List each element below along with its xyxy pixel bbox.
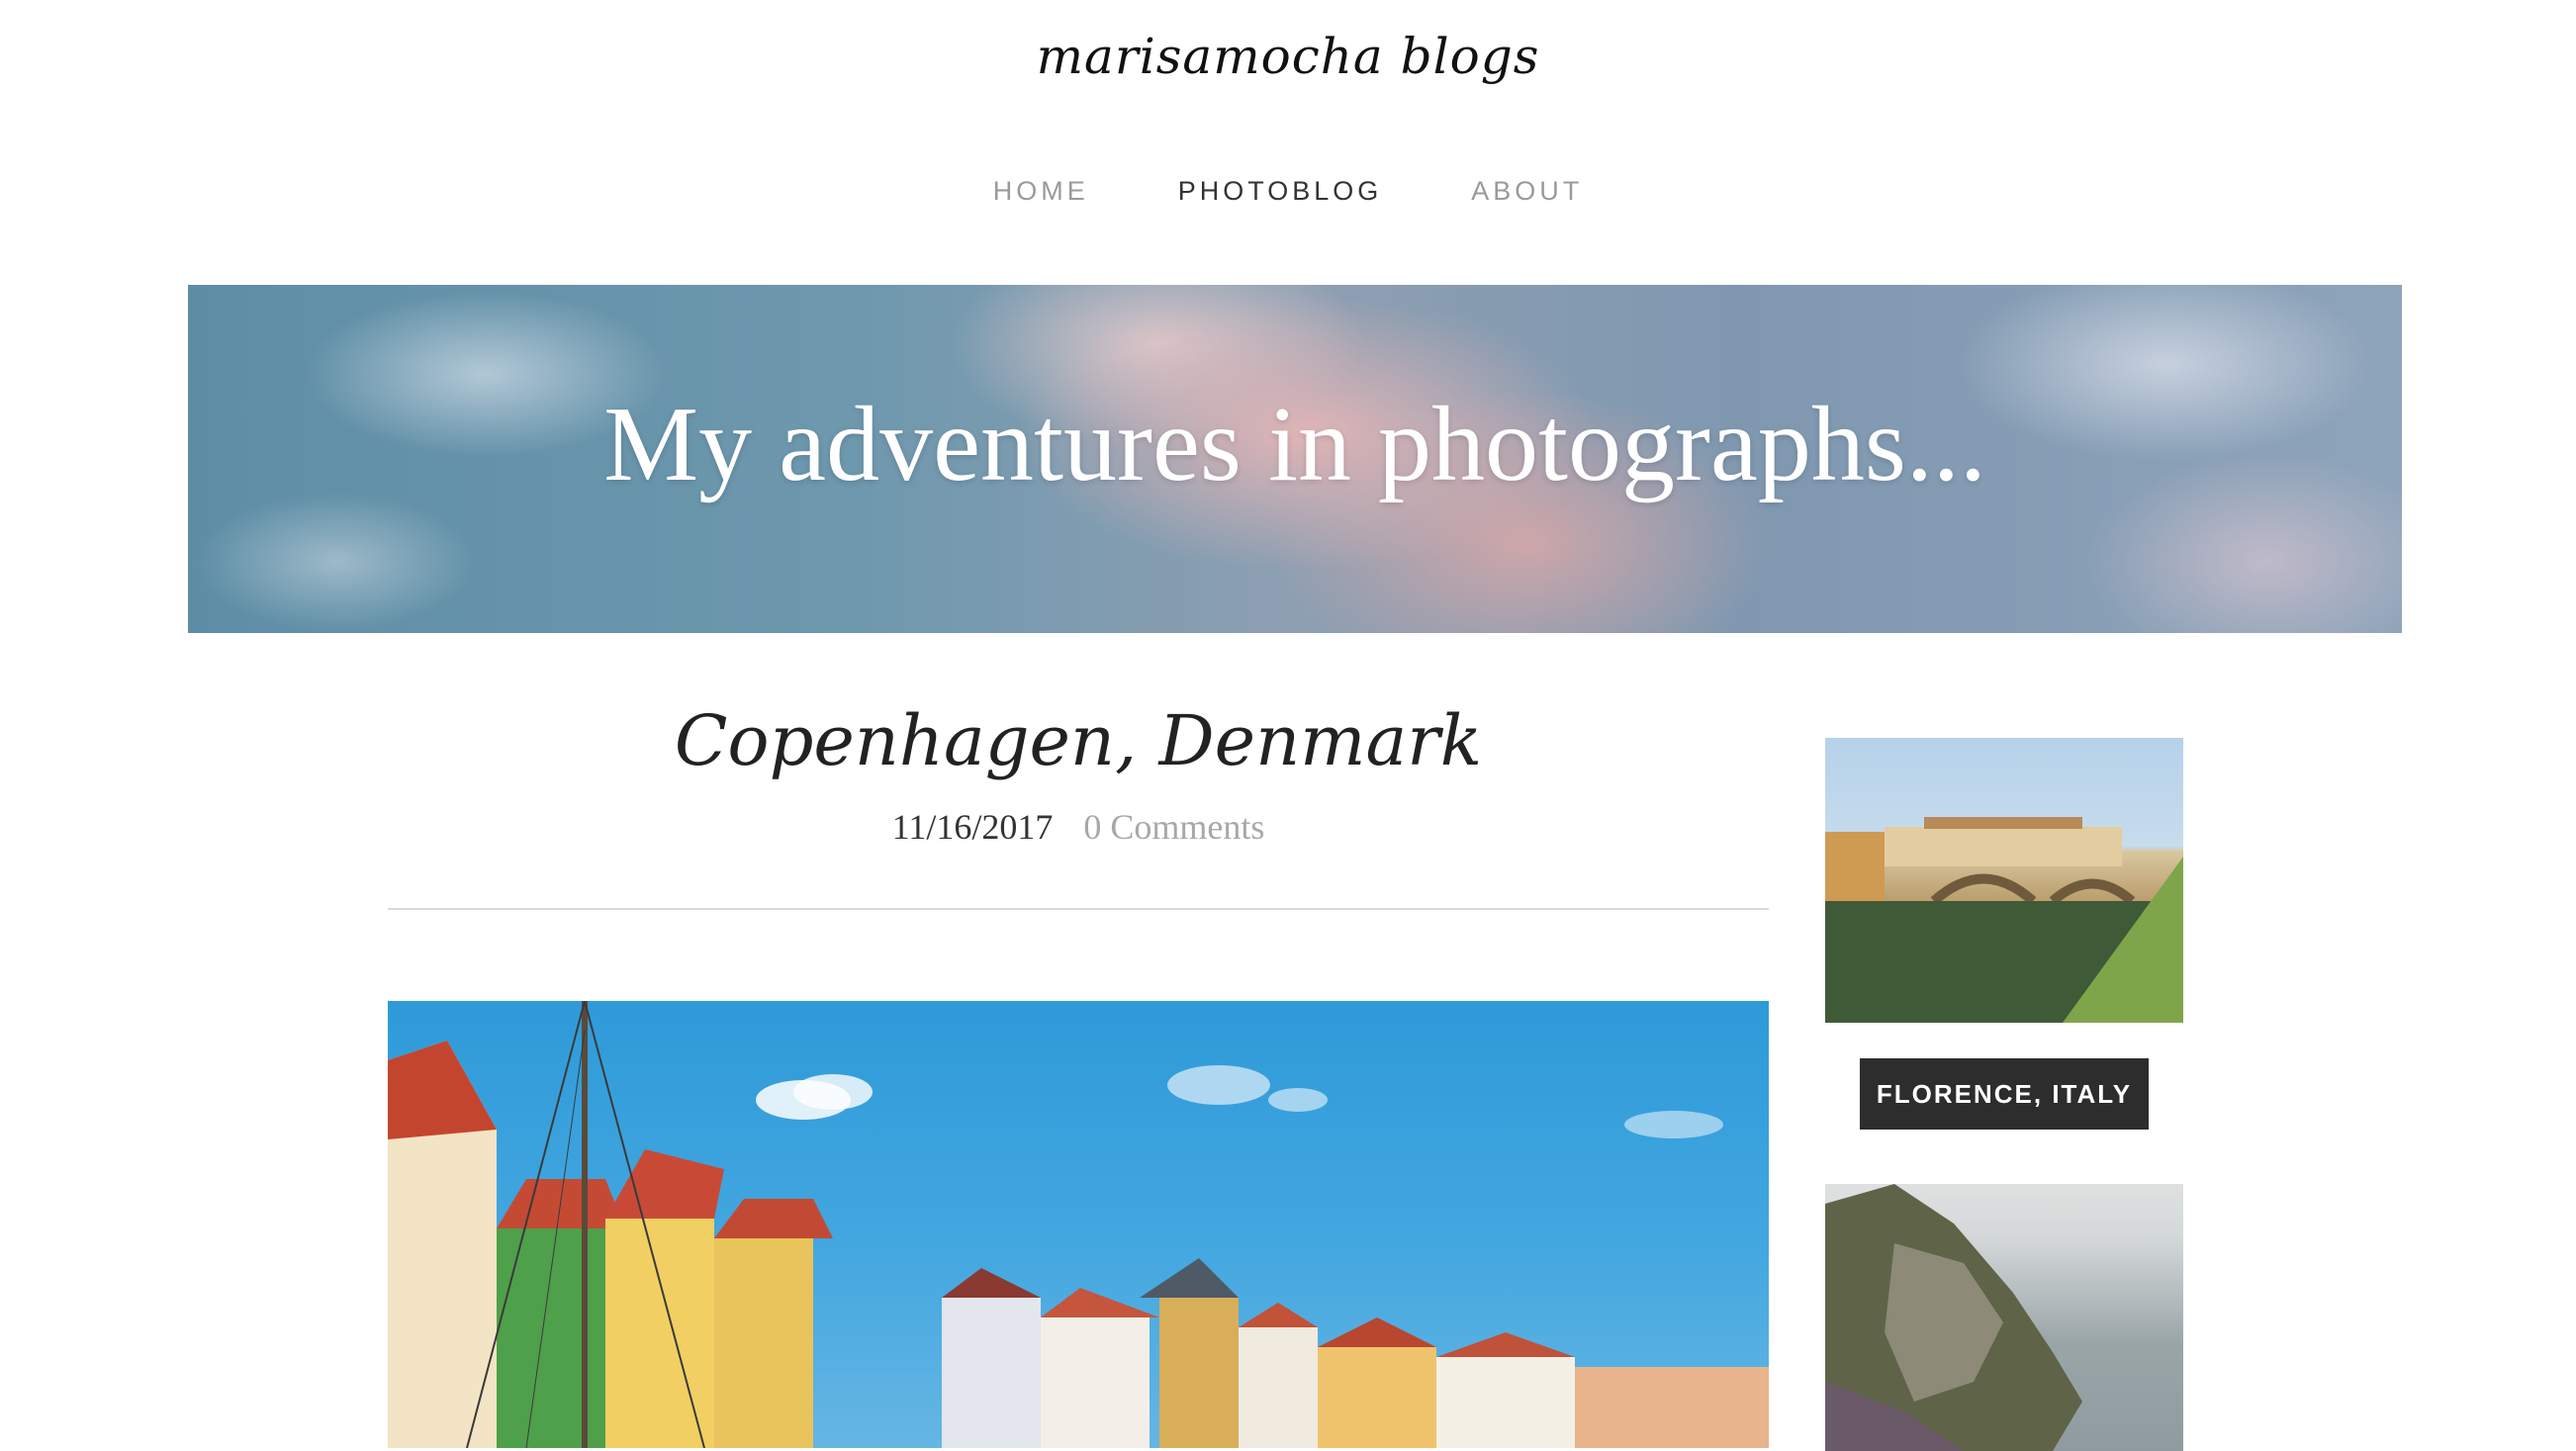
post-title[interactable]: Copenhagen, Denmark: [388, 700, 1769, 781]
header-banner: My adventures in photographs...: [188, 285, 2402, 633]
nav-item-about[interactable]: ABOUT: [1471, 176, 1583, 207]
site-title[interactable]: marisamocha blogs: [0, 28, 2576, 85]
nav-item-photoblog[interactable]: PHOTOBLOG: [1178, 176, 1383, 207]
post-image-copenhagen[interactable]: [388, 1001, 1769, 1448]
nav-item-home[interactable]: HOME: [993, 176, 1089, 207]
nyhavn-photo: [388, 1001, 1769, 1448]
main-nav: HOME PHOTOBLOG ABOUT: [0, 176, 2576, 207]
sidebar-photo-coast[interactable]: [1825, 1184, 2183, 1451]
post-meta: 11/16/2017 0 Comments: [388, 806, 1769, 848]
coastline-photo: [1825, 1184, 2082, 1451]
sidebar-photo-florence[interactable]: [1825, 738, 2183, 1023]
banner-heading: My adventures in photographs...: [603, 386, 1986, 503]
florence-italy-button[interactable]: FLORENCE, ITALY: [1860, 1058, 2149, 1130]
divider: [388, 908, 1769, 910]
ponte-vecchio-photo: [1825, 817, 2183, 1023]
post-comments-link[interactable]: 0 Comments: [1083, 807, 1264, 847]
post-date: 11/16/2017: [891, 807, 1054, 847]
